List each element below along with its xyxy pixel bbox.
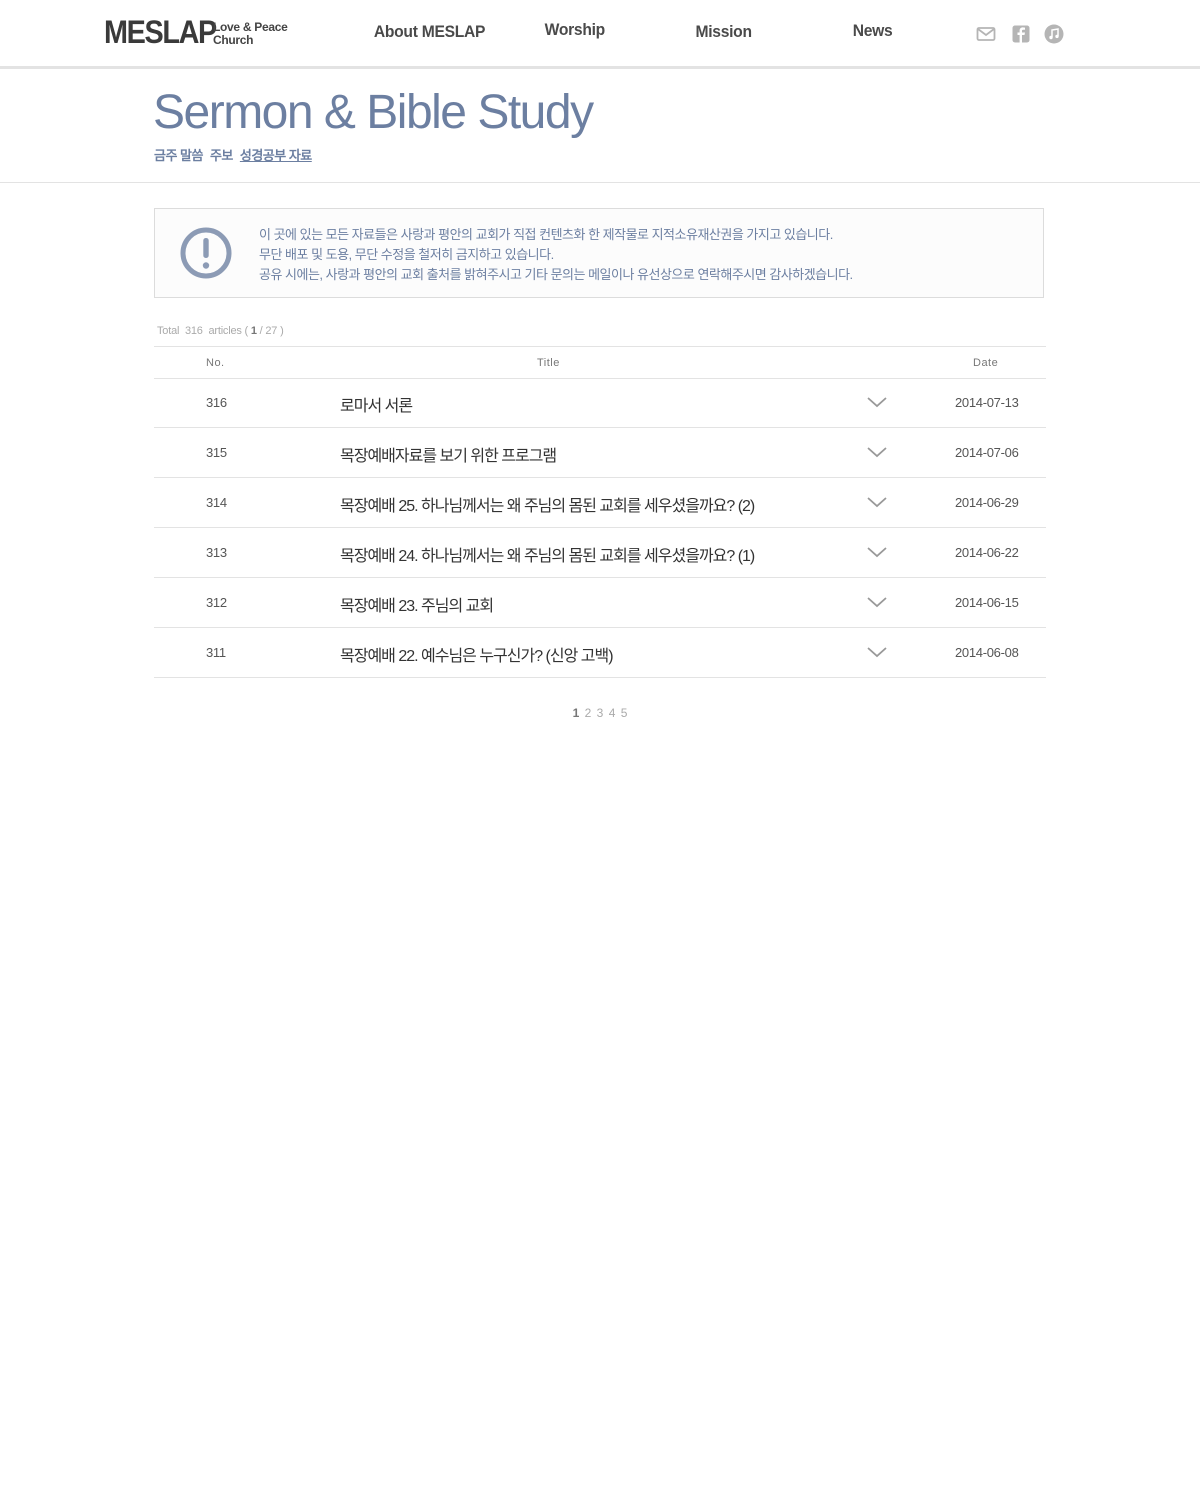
site-header: MESLAP Love & Peace Church About MESLAP …: [0, 0, 1200, 69]
row-title[interactable]: 목장예배 24. 하나님께서는 왜 주님의 몸된 교회를 세우셨을까요? (1): [340, 542, 755, 566]
current-page-indicator: 1: [250, 325, 257, 337]
subnav-bible-study[interactable]: 성경공부 자료: [240, 145, 312, 164]
copyright-notice: 이 곳에 있는 모든 자료들은 사랑과 평안의 교회가 직접 컨텐츠화 한 제작…: [154, 208, 1044, 298]
row-number: 316: [206, 395, 227, 410]
article-count: Total 316 articles ( 1 / 27 ): [157, 325, 284, 337]
row-number: 314: [206, 495, 227, 510]
table-row[interactable]: 314 목장예배 25. 하나님께서는 왜 주님의 몸된 교회를 세우셨을까요?…: [154, 478, 1046, 528]
chevron-down-icon[interactable]: [866, 645, 888, 659]
total-count: 316: [184, 325, 203, 337]
mail-icon[interactable]: [976, 24, 996, 44]
table-row[interactable]: 312 목장예배 23. 주님의 교회 2014-06-15: [154, 578, 1046, 628]
table-row[interactable]: 316 로마서 서론 2014-07-13: [154, 378, 1046, 428]
notice-text: 이 곳에 있는 모든 자료들은 사랑과 평안의 교회가 직접 컨텐츠화 한 제작…: [259, 225, 853, 285]
nav-news[interactable]: News: [853, 21, 893, 41]
notice-line-1: 이 곳에 있는 모든 자료들은 사랑과 평안의 교회가 직접 컨텐츠화 한 제작…: [259, 227, 833, 242]
column-no: No.: [206, 357, 225, 369]
logo-tagline: Love & Peace Church: [213, 21, 303, 47]
table-row[interactable]: 311 목장예배 22. 예수님은 누구신가? (신앙 고백) 2014-06-…: [154, 628, 1046, 678]
row-title[interactable]: 목장예배 25. 하나님께서는 왜 주님의 몸된 교회를 세우셨을까요? (2): [340, 492, 755, 516]
page-link-1[interactable]: 1: [573, 706, 580, 720]
notice-line-2: 무단 배포 및 도용, 무단 수정을 철저히 금지하고 있습니다.: [259, 247, 554, 262]
total-pages: 27: [265, 325, 278, 337]
chevron-down-icon[interactable]: [866, 545, 888, 559]
logo-tagline-line2: Church: [213, 33, 254, 47]
pagination: 1 2 3 4 5: [0, 706, 1200, 720]
logo-wordmark: MESLAP: [104, 14, 217, 50]
page-link-5[interactable]: 5: [621, 706, 628, 720]
row-date: 2014-06-22: [955, 545, 1019, 560]
chevron-down-icon[interactable]: [866, 495, 888, 509]
row-date: 2014-07-13: [955, 395, 1019, 410]
logo[interactable]: MESLAP Love & Peace Church: [104, 14, 288, 50]
page-link-4[interactable]: 4: [609, 706, 616, 720]
table-row[interactable]: 313 목장예배 24. 하나님께서는 왜 주님의 몸된 교회를 세우셨을까요?…: [154, 528, 1046, 578]
exclamation-circle-icon: [180, 227, 232, 279]
notice-line-3: 공유 시에는, 사랑과 평안의 교회 출처를 밝혀주시고 기타 문의는 메일이나…: [259, 267, 853, 282]
page-link-2[interactable]: 2: [585, 706, 592, 720]
row-date: 2014-06-15: [955, 595, 1019, 610]
row-date: 2014-06-08: [955, 645, 1019, 660]
close-paren: ): [280, 325, 284, 337]
row-title[interactable]: 목장예배자료를 보기 위한 프로그램: [340, 442, 557, 466]
row-number: 315: [206, 445, 227, 460]
music-icon[interactable]: [1044, 24, 1064, 44]
row-title[interactable]: 목장예배 22. 예수님은 누구신가? (신앙 고백): [340, 642, 614, 666]
column-title: Title: [537, 357, 560, 369]
subnav-bulletin[interactable]: 주보: [210, 145, 233, 164]
nav-mission[interactable]: Mission: [695, 22, 752, 42]
articles-label: articles (: [208, 325, 249, 337]
table-row[interactable]: 315 목장예배자료를 보기 위한 프로그램 2014-07-06: [154, 428, 1046, 478]
subnav-weekly-sermon[interactable]: 금주 말씀: [154, 145, 203, 164]
chevron-down-icon[interactable]: [866, 445, 888, 459]
row-date: 2014-06-29: [955, 495, 1019, 510]
total-label: Total: [157, 325, 180, 337]
page-title-area: Sermon & Bible Study 금주 말씀 주보 성경공부 자료: [0, 69, 1200, 183]
page-link-3[interactable]: 3: [597, 706, 604, 720]
row-date: 2014-07-06: [955, 445, 1019, 460]
row-number: 312: [206, 595, 227, 610]
facebook-icon[interactable]: [1011, 24, 1031, 44]
subnav: 금주 말씀 주보 성경공부 자료: [154, 145, 312, 164]
nav-worship[interactable]: Worship: [545, 20, 606, 40]
chevron-down-icon[interactable]: [866, 595, 888, 609]
row-title[interactable]: 로마서 서론: [340, 392, 413, 416]
page-separator: /: [259, 325, 263, 337]
nav-about[interactable]: About MESLAP: [374, 22, 486, 42]
row-title[interactable]: 목장예배 23. 주님의 교회: [340, 592, 494, 616]
chevron-down-icon[interactable]: [866, 395, 888, 409]
row-number: 313: [206, 545, 227, 560]
table-header: No. Title Date: [154, 346, 1046, 379]
column-date: Date: [973, 357, 999, 369]
page-title: Sermon & Bible Study: [153, 86, 594, 139]
row-number: 311: [206, 645, 226, 660]
